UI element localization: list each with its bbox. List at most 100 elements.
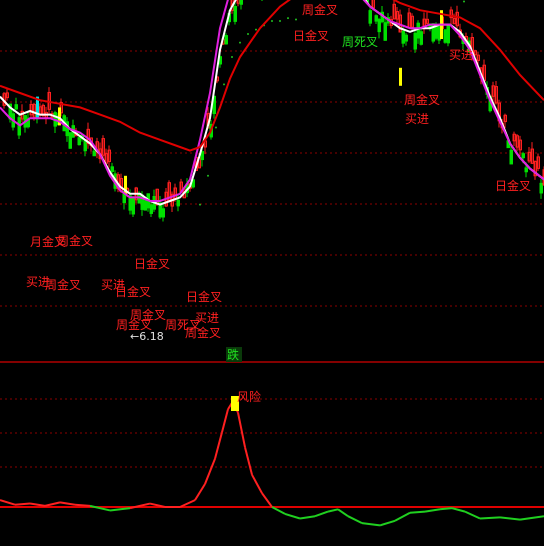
oscillator-segment xyxy=(379,519,396,527)
trail-dot xyxy=(223,83,225,86)
signal-label: 日金叉 xyxy=(115,284,151,299)
oscillator-segment xyxy=(251,474,263,494)
trail-dot xyxy=(215,126,217,129)
oscillator-segment xyxy=(244,446,253,476)
oscillator-segment xyxy=(424,508,441,513)
grid-lines xyxy=(0,50,544,468)
candle-body xyxy=(524,167,528,173)
trail-dot xyxy=(199,203,201,206)
candle-body xyxy=(377,19,381,33)
signal-labels: 月金叉 周金叉 买进 周金叉 日金叉 买进 日金叉 周金叉 周金叉 周死叉 周金… xyxy=(26,2,531,343)
signal-label: 买进 xyxy=(449,48,473,62)
signal-label: 周金叉 xyxy=(404,92,440,107)
oscillator-segment xyxy=(314,510,329,518)
oscillator-segment xyxy=(14,502,31,506)
oscillator-segment xyxy=(179,499,196,508)
oscillator-series xyxy=(0,400,544,527)
trail-dot xyxy=(247,32,249,35)
oscillator-segment xyxy=(194,483,206,501)
signal-label: 周金叉 xyxy=(45,277,81,292)
trail-dot xyxy=(279,20,281,22)
oscillator-segment xyxy=(327,508,339,513)
candle-body xyxy=(509,149,513,165)
trail-dot xyxy=(255,28,257,31)
signal-label: 买进 xyxy=(405,112,429,126)
candle-body xyxy=(92,150,96,157)
oscillator-segment xyxy=(464,510,481,520)
oscillator-segment xyxy=(29,502,46,507)
candle-body xyxy=(383,22,387,41)
signal-label: 日金叉 xyxy=(186,289,222,304)
signal-label: 周金叉 xyxy=(57,233,93,248)
candle-body xyxy=(131,197,135,215)
candle-body xyxy=(374,15,378,22)
oscillator-segment xyxy=(284,512,301,520)
candle-body xyxy=(14,104,18,110)
oscillator-segment xyxy=(394,511,411,522)
candle-body xyxy=(434,25,438,39)
candle-body xyxy=(110,166,114,173)
candle-body xyxy=(176,199,180,207)
candle-body xyxy=(77,137,81,146)
stock-chart: 月金叉 周金叉 买进 周金叉 日金叉 买进 日金叉 周金叉 周金叉 周死叉 周金… xyxy=(0,0,544,527)
candle-body xyxy=(224,35,228,45)
candle-body xyxy=(416,22,420,39)
signal-label: 周金叉 xyxy=(302,2,338,17)
candle-body xyxy=(149,204,153,214)
oscillator-segment xyxy=(261,492,273,508)
oscillator-segment xyxy=(519,515,544,521)
oscillator-segment xyxy=(204,458,216,485)
candle-body xyxy=(233,6,237,22)
candle-body xyxy=(404,34,408,42)
oscillator-segment xyxy=(214,431,223,459)
signal-label: 周死叉 xyxy=(342,35,378,49)
trail-dot xyxy=(271,20,273,22)
candle-body xyxy=(419,31,423,45)
oscillator-segment xyxy=(0,499,16,506)
oscillator-segment xyxy=(74,503,91,507)
candle-body xyxy=(83,139,87,152)
oscillator-segment xyxy=(299,515,316,520)
oscillator-segment xyxy=(479,516,501,520)
candle-body xyxy=(446,24,450,44)
price-marker-label: ←6.18 xyxy=(130,330,164,343)
ma-line xyxy=(0,0,544,152)
trail-dot xyxy=(295,18,297,21)
signal-label: 买进 xyxy=(195,311,219,325)
oscillator-segment xyxy=(237,412,246,448)
candle-body xyxy=(143,200,147,211)
candle-body xyxy=(413,32,417,50)
trail-dot xyxy=(239,41,241,44)
oscillator-segment xyxy=(361,522,381,527)
signal-bar xyxy=(399,67,402,86)
candle-body xyxy=(401,30,405,44)
candle-body xyxy=(521,153,525,159)
fall-badge: 跌 xyxy=(227,347,239,362)
candle-body xyxy=(368,10,372,24)
oscillator-segment xyxy=(439,507,453,511)
candle-body xyxy=(539,182,543,194)
candlestick-series xyxy=(2,0,544,222)
signal-label: 周金叉 xyxy=(185,325,221,340)
risk-label: 风险 xyxy=(237,389,261,404)
oscillator-segment xyxy=(109,507,131,512)
candle-body xyxy=(68,132,72,149)
oscillator-segment xyxy=(451,507,466,513)
candle-body xyxy=(443,29,447,43)
candle-body xyxy=(161,208,165,218)
oscillator-segment xyxy=(409,510,426,514)
signal-label: 日金叉 xyxy=(293,28,329,43)
trail-dot xyxy=(207,174,209,177)
candle-body xyxy=(239,0,243,5)
oscillator-segment xyxy=(347,515,363,524)
oscillator-segment xyxy=(44,501,61,507)
signal-label: 日金叉 xyxy=(134,256,170,271)
oscillator-segment xyxy=(271,506,286,515)
trail-dot xyxy=(463,0,465,3)
signal-label: 日金叉 xyxy=(495,178,531,193)
oscillator-segment xyxy=(337,508,349,518)
oscillator-segment xyxy=(221,408,229,433)
oscillator-segment xyxy=(59,501,76,506)
oscillator-segment xyxy=(499,516,521,521)
ma-line xyxy=(0,0,544,202)
